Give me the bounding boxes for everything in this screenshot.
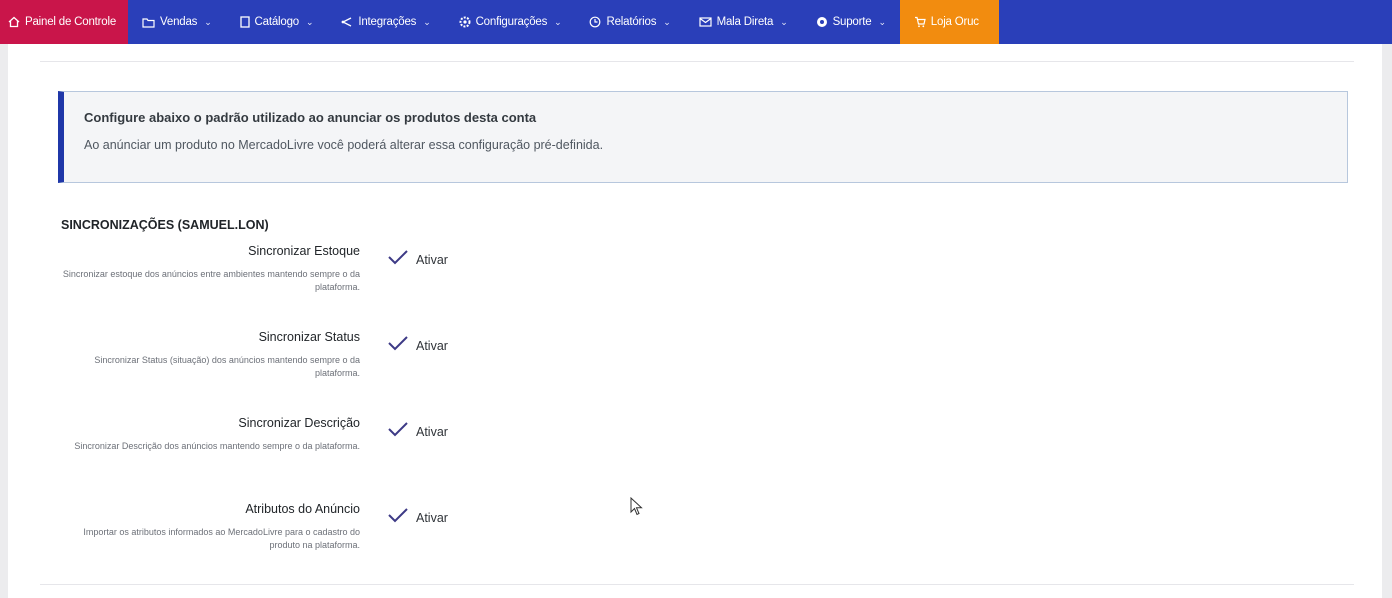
sync-descricao-toggle[interactable]: Ativar (387, 421, 448, 442)
nav-label: Painel de Controle (25, 16, 117, 28)
home-icon (8, 16, 20, 28)
main-content: Configure abaixo o padrão utilizado ao a… (8, 44, 1382, 598)
lifebuoy-icon (816, 16, 828, 28)
mail-icon (699, 17, 712, 27)
nav-loja-oruc[interactable]: Loja Oruc (899, 0, 999, 44)
toggle-label: Ativar (416, 338, 448, 353)
sync-row-atributos: Atributos do Anúncio Importar os atribut… (58, 502, 558, 572)
clock-icon (589, 16, 601, 28)
top-navbar: Painel de Controle Vendas ⌄ Catálogo ⌄ I… (0, 0, 1392, 44)
divider (40, 61, 1354, 62)
setting-label: Sincronizar Status (258, 330, 360, 344)
setting-description: Sincronizar estoque dos anúncios entre a… (62, 269, 360, 292)
toggle-label: Ativar (416, 510, 448, 525)
chevron-down-icon: ⌄ (878, 16, 886, 27)
mouse-pointer-icon (630, 496, 644, 522)
sync-estoque-toggle[interactable]: Ativar (387, 249, 448, 270)
folder-icon (142, 17, 155, 28)
nav-label: Relatórios (606, 16, 657, 28)
sync-status-toggle[interactable]: Ativar (387, 335, 448, 356)
sync-row-descricao: Sincronizar Descrição Sincronizar Descri… (58, 416, 558, 486)
chevron-down-icon: ⌄ (204, 16, 212, 27)
setting-description: Importar os atributos informados ao Merc… (83, 527, 360, 550)
setting-description: Sincronizar Status (situação) dos anúnci… (94, 355, 360, 378)
chevron-down-icon: ⌄ (305, 16, 314, 27)
sync-row-status: Sincronizar Status Sincronizar Status (s… (58, 330, 558, 400)
nav-label: Integrações (358, 16, 417, 28)
nav-label: Configurações (475, 16, 548, 28)
nav-catalogo[interactable]: Catálogo ⌄ (226, 0, 328, 44)
nav-integracoes[interactable]: Integrações ⌄ (327, 0, 444, 44)
setting-label: Sincronizar Estoque (248, 244, 360, 258)
check-icon (387, 249, 409, 270)
sync-atributos-toggle[interactable]: Ativar (387, 507, 448, 528)
nav-label: Vendas (160, 16, 198, 28)
gear-icon (459, 16, 471, 28)
chevron-down-icon: ⌄ (423, 16, 431, 27)
toggle-label: Ativar (416, 424, 448, 439)
setting-label: Atributos do Anúncio (245, 502, 360, 516)
callout-title: Configure abaixo o padrão utilizado ao a… (84, 110, 537, 125)
nav-label: Suporte (832, 16, 872, 28)
nav-label: Catálogo (254, 16, 300, 28)
chevron-down-icon: ⌄ (554, 16, 562, 27)
toggle-label: Ativar (416, 252, 448, 267)
callout-text: Ao anúnciar um produto no MercadoLivre v… (84, 138, 604, 152)
section-title: SINCRONIZAÇÕES (SAMUEL.LON) (61, 218, 269, 232)
check-icon (387, 421, 409, 442)
divider (40, 584, 1354, 585)
chevron-down-icon: ⌄ (780, 16, 788, 27)
share-icon (341, 16, 353, 28)
cart-icon (914, 16, 926, 28)
nav-label: Loja Oruc (930, 16, 979, 28)
nav-mala-direta[interactable]: Mala Direta ⌄ (685, 0, 802, 44)
setting-label: Sincronizar Descrição (238, 416, 360, 430)
chevron-down-icon: ⌄ (663, 16, 671, 27)
nav-suporte[interactable]: Suporte ⌄ (802, 0, 900, 44)
sync-row-estoque: Sincronizar Estoque Sincronizar estoque … (58, 244, 558, 314)
check-icon (387, 335, 409, 356)
setting-description: Sincronizar Descrição dos anúncios mante… (74, 441, 360, 451)
nav-vendas[interactable]: Vendas ⌄ (128, 0, 226, 44)
nav-relatorios[interactable]: Relatórios ⌄ (575, 0, 684, 44)
check-icon (387, 507, 409, 528)
nav-label: Mala Direta (716, 16, 774, 28)
nav-configuracoes[interactable]: Configurações ⌄ (445, 0, 576, 44)
book-icon (239, 16, 250, 28)
nav-painel-de-controle[interactable]: Painel de Controle (0, 0, 129, 44)
info-callout: Configure abaixo o padrão utilizado ao a… (58, 91, 1348, 183)
